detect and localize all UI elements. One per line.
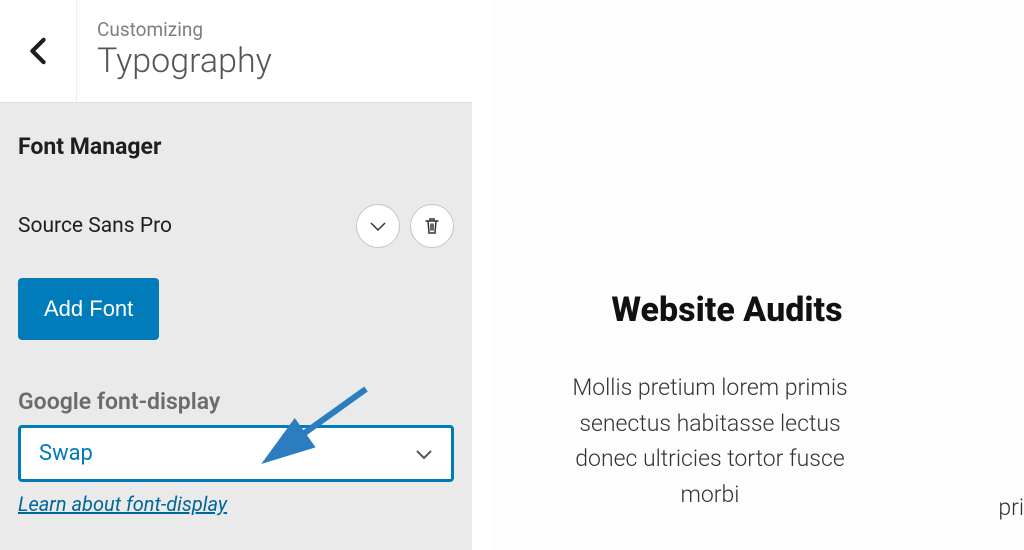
preview-heading: Website Audits: [550, 290, 904, 330]
preview-body-text: Mollis pretium lorem primis senectus hab…: [550, 370, 870, 513]
chevron-left-icon: [29, 37, 47, 65]
customizer-header: Customizing Typography: [0, 0, 472, 103]
google-font-display-setting: Google font-display Swap Learn about fon…: [18, 388, 454, 516]
font-display-selected-value: Swap: [39, 441, 93, 466]
font-manager-heading: Font Manager: [18, 133, 454, 160]
font-name: Source Sans Pro: [18, 214, 172, 238]
google-font-display-label: Google font-display: [18, 388, 454, 415]
font-display-help-link[interactable]: Learn about font-display: [18, 492, 227, 516]
chevron-down-icon: [415, 448, 433, 460]
trash-icon: [423, 217, 441, 235]
site-preview: Website Audits Mollis pretium lorem prim…: [490, 0, 1024, 550]
font-display-select[interactable]: Swap: [18, 425, 454, 482]
section-title: Typography: [97, 43, 452, 80]
back-button[interactable]: [0, 0, 77, 102]
customizer-sidebar: Customizing Typography Font Manager Sour…: [0, 0, 472, 550]
panel-body: Font Manager Source Sans Pro Add Font Go…: [0, 103, 472, 516]
delete-font-button[interactable]: [410, 204, 454, 248]
font-row: Source Sans Pro: [18, 204, 454, 248]
customizing-label: Customizing: [97, 18, 452, 41]
panel-divider: [472, 0, 488, 550]
expand-font-button[interactable]: [356, 204, 400, 248]
preview-right-fragment: pri: [998, 490, 1024, 526]
chevron-down-icon: [369, 217, 387, 235]
font-actions: [356, 204, 454, 248]
add-font-button[interactable]: Add Font: [18, 278, 159, 340]
header-text: Customizing Typography: [77, 0, 472, 102]
